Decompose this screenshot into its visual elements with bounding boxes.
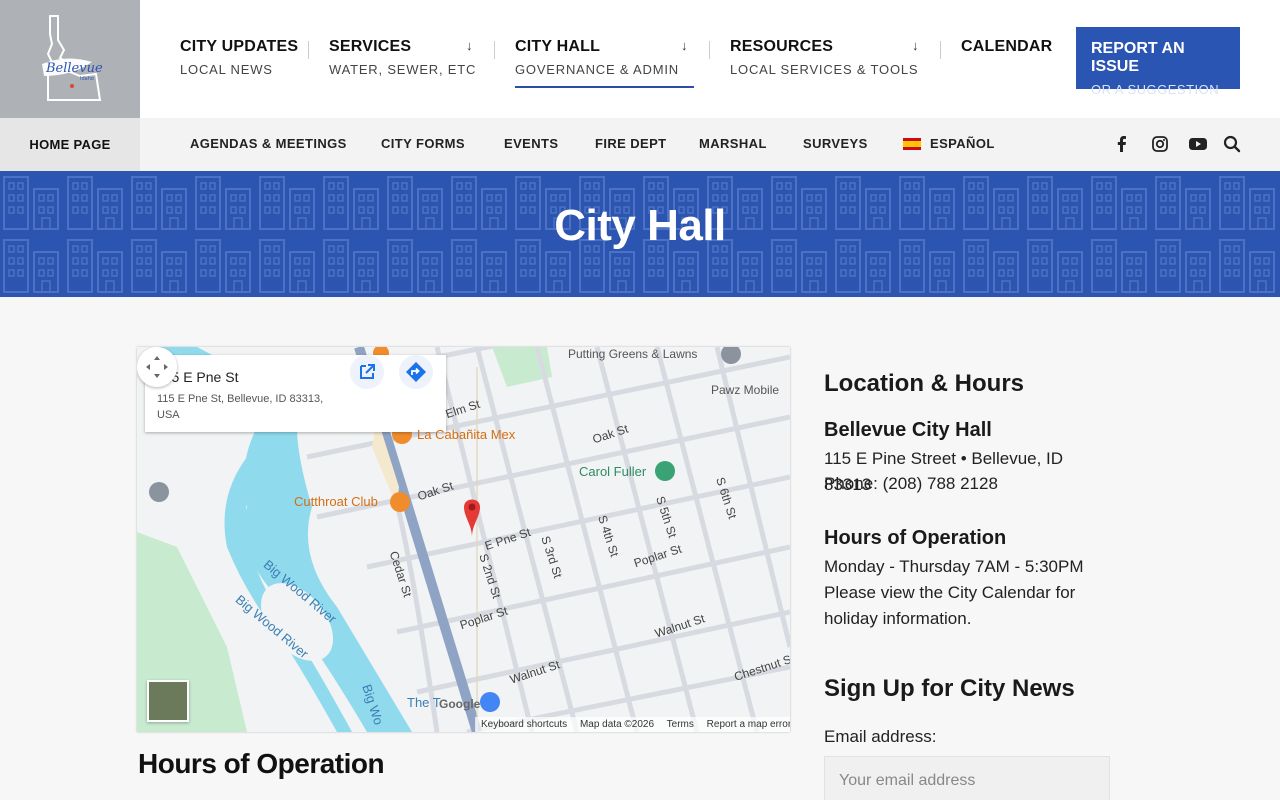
nav-city-hall-label: CITY HALL: [515, 38, 601, 55]
spain-flag-icon: [903, 138, 921, 150]
map-label-pawz: Pawz Mobile: [711, 383, 780, 397]
map-label-cutthroat: Cutthroat Club: [294, 494, 378, 509]
map-label-cabanita: La Cabañita Mex: [417, 427, 516, 442]
hours-line: Monday - Thursday 7AM - 5:30PM: [824, 557, 1084, 576]
map-card-address: 115 E Pne St, Bellevue, ID 83313, USA: [157, 393, 324, 421]
report-issue-button[interactable]: REPORT AN ISSUE OR A SUGGESTION: [1076, 27, 1240, 97]
nav-calendar[interactable]: CALENDAR: [961, 38, 1052, 56]
events-link[interactable]: EVENTS: [504, 136, 558, 151]
office-phone[interactable]: Phone: (208) 788 2128: [824, 471, 1114, 497]
fullscreen-icon[interactable]: [137, 347, 177, 387]
nav-services-sub: WATER, SEWER, ETC: [329, 62, 477, 77]
search-icon[interactable]: [1222, 134, 1242, 154]
open-in-maps-icon[interactable]: [350, 355, 384, 389]
marshal-link[interactable]: MARSHAL: [699, 136, 767, 151]
chevron-down-icon: ↓: [681, 38, 688, 53]
nav-divider: [709, 41, 710, 59]
nav-city-updates-sub: LOCAL NEWS: [180, 62, 273, 77]
email-label: Email address:: [824, 727, 937, 746]
youtube-icon[interactable]: [1188, 134, 1208, 154]
email-input[interactable]: [824, 756, 1110, 800]
nav-city-hall-sub: GOVERNANCE & ADMIN: [515, 62, 679, 77]
site-header: Bellevue Idaho CITY UPDATES LOCAL NEWS S…: [0, 0, 1280, 118]
nav-resources-label: RESOURCES: [730, 38, 834, 55]
agendas-link[interactable]: AGENDAS & MEETINGS: [190, 136, 347, 151]
report-issue-label: REPORT AN ISSUE: [1091, 40, 1185, 75]
office-name: Bellevue City Hall: [824, 419, 992, 441]
sidebar-hours-heading: Hours of Operation: [824, 527, 1007, 549]
terms-link[interactable]: Terms: [667, 719, 694, 730]
hours-heading: Hours of Operation: [138, 748, 385, 779]
signup-heading: Sign Up for City News: [824, 675, 1075, 702]
home-page-link[interactable]: HOME PAGE: [0, 118, 140, 171]
nav-resources[interactable]: RESOURCES LOCAL SERVICES & TOOLS ↓: [730, 38, 919, 77]
instagram-icon[interactable]: [1150, 134, 1170, 154]
report-map-error-link[interactable]: Report a map error: [707, 719, 790, 730]
location-map[interactable]: 115 E Pne St 115 E Pne St, Bellevue, ID …: [137, 347, 790, 732]
map-label-putting-greens: Putting Greens & Lawns: [568, 347, 698, 361]
nav-calendar-label: CALENDAR: [961, 38, 1053, 55]
nav-divider: [308, 41, 309, 59]
active-nav-indicator: [515, 86, 694, 88]
nav-services[interactable]: SERVICES WATER, SEWER, ETC ↓: [329, 38, 476, 77]
site-logo[interactable]: Bellevue Idaho: [0, 0, 140, 118]
page-banner: City Hall: [0, 171, 1280, 297]
map-label-the-t: The T: [407, 695, 441, 710]
svg-text:Idaho: Idaho: [80, 76, 94, 82]
hours-note: Please view the City Calendar for holida…: [824, 583, 1076, 628]
map-info-card: 115 E Pne St 115 E Pne St, Bellevue, ID …: [145, 355, 446, 432]
espanol-link[interactable]: ESPAÑOL: [930, 136, 995, 151]
location-hours-heading: Location & Hours: [824, 370, 1025, 397]
city-forms-link[interactable]: CITY FORMS: [381, 136, 465, 151]
nav-city-updates-label: CITY UPDATES: [180, 38, 299, 55]
map-data-text: Map data ©2026: [579, 719, 655, 730]
directions-icon[interactable]: [399, 355, 433, 389]
google-logo: Google: [439, 697, 481, 711]
nav-divider: [494, 41, 495, 59]
chevron-down-icon: ↓: [912, 38, 919, 53]
nav-resources-sub: LOCAL SERVICES & TOOLS: [730, 62, 919, 77]
idaho-logo-icon: Bellevue Idaho: [42, 15, 103, 101]
nav-divider: [940, 41, 941, 59]
map-attribution: Keyboard shortcuts Map data ©2026 Terms …: [475, 717, 790, 732]
map-label-carol-fuller: Carol Fuller: [579, 464, 647, 479]
chevron-down-icon: ↓: [466, 38, 473, 53]
nav-services-label: SERVICES: [329, 38, 412, 55]
secondary-nav: HOME PAGE AGENDAS & MEETINGS CITY FORMS …: [0, 118, 1280, 171]
map-card-title: 115 E Pne St: [157, 369, 239, 385]
facebook-icon[interactable]: [1112, 134, 1132, 154]
report-issue-sub: OR A SUGGESTION: [1091, 82, 1220, 97]
svg-text:Bellevue: Bellevue: [45, 61, 103, 76]
fire-dept-link[interactable]: FIRE DEPT: [595, 136, 667, 151]
page-title: City Hall: [554, 201, 726, 250]
satellite-toggle-button[interactable]: [147, 680, 189, 722]
nav-city-updates[interactable]: CITY UPDATES LOCAL NEWS: [180, 38, 298, 77]
nav-city-hall[interactable]: CITY HALL GOVERNANCE & ADMIN ↓: [515, 38, 688, 77]
surveys-link[interactable]: SURVEYS: [803, 136, 868, 151]
keyboard-shortcuts-link[interactable]: Keyboard shortcuts: [481, 719, 567, 730]
